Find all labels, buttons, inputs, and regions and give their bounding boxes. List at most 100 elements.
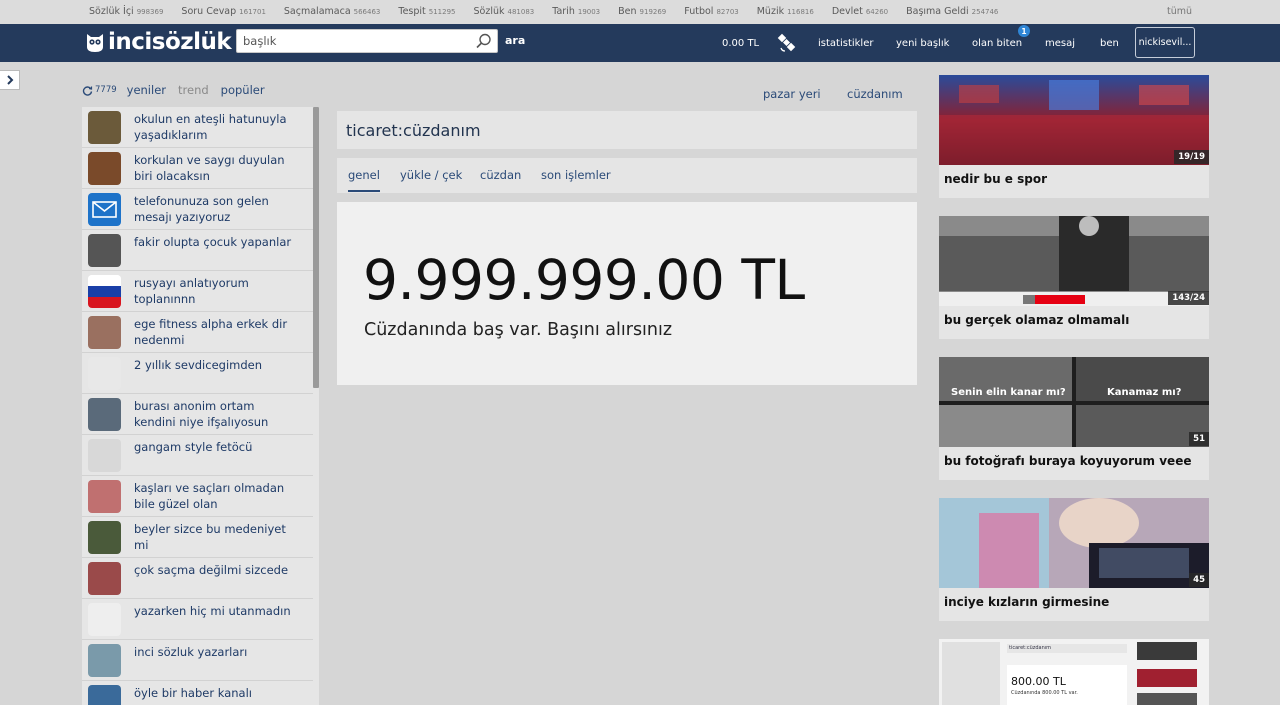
card-image [939, 498, 1209, 588]
wallet-tabs: genel yükle / çek cüzdan son işlemler [337, 158, 917, 193]
category-link[interactable]: Futbol 82703 [684, 6, 738, 17]
category-link[interactable]: Saçmalamaca 566463 [284, 6, 380, 17]
topic-item[interactable]: telefonunuza son gelen mesajı yazıyoruz [82, 189, 313, 230]
category-label: Tespit [398, 6, 426, 17]
nav-new-title[interactable]: yeni başlık [896, 24, 949, 62]
site-logo[interactable]: incisözlük [85, 29, 232, 55]
page-title: ticaret:cüzdanım [346, 121, 481, 140]
topic-item[interactable]: burası anonim ortam kendini niye ifşalıy… [82, 394, 313, 435]
nav-statistics[interactable]: istatistikler [818, 24, 873, 62]
wallet-link[interactable]: cüzdanım [847, 87, 903, 101]
topic-thumbnail [88, 398, 121, 431]
category-count: 19003 [577, 8, 601, 16]
topic-title[interactable]: rusyayı anlatıyorum toplanınnn [134, 275, 299, 311]
card-title[interactable]: inciye kızların girmesine [944, 595, 1109, 609]
topic-thumbnail [88, 193, 121, 226]
topic-thumbnail [88, 111, 121, 144]
topic-item[interactable]: gangam style fetöcü [82, 435, 313, 476]
refresh-icon [82, 85, 93, 96]
all-categories-link[interactable]: tümü [1167, 6, 1192, 17]
category-label: Müzik [756, 6, 785, 17]
gallery-card[interactable]: Senin elin kanar mı? Kanamaz mı? 51 bu f… [939, 357, 1209, 480]
topic-title[interactable]: kaşları ve saçları olmadan bile güzel ol… [134, 480, 299, 516]
category-link[interactable]: Ben 919269 [618, 6, 666, 17]
balance-link[interactable]: 0.00 TL [722, 24, 759, 62]
nick-button[interactable]: nickisevil... [1135, 27, 1195, 58]
nav-news[interactable]: olan biten [972, 24, 1022, 62]
search-input[interactable] [237, 30, 462, 52]
preview-panel: 800.00 TL Cüzdanında 800.00 TL var. [1007, 665, 1127, 705]
scrollbar-thumb[interactable] [313, 107, 319, 388]
topic-title[interactable]: öyle bir haber kanalı [134, 685, 299, 705]
card-title[interactable]: bu fotoğrafı buraya koyuyorum veee [944, 454, 1191, 468]
search-icon[interactable] [475, 32, 493, 50]
topic-title[interactable]: beyler sizce bu medeniyet mi [134, 521, 299, 557]
card-title[interactable]: nedir bu e spor [944, 172, 1047, 186]
topic-item[interactable]: 2 yıllık sevdicegimden [82, 353, 313, 394]
tab-new[interactable]: yeniler [127, 83, 166, 97]
sidebar-toggle-button[interactable] [0, 70, 20, 90]
tab-general[interactable]: genel [348, 168, 380, 192]
nav-messages[interactable]: mesaj [1045, 24, 1075, 62]
topic-item[interactable]: öyle bir haber kanalı [82, 681, 313, 705]
category-link[interactable]: Müzik 116816 [757, 6, 814, 17]
topic-item[interactable]: yazarken hiç mi utanmadın [82, 599, 313, 640]
tab-wallet[interactable]: cüzdan [480, 168, 521, 182]
gallery-card[interactable]: 19/19 nedir bu e spor [939, 75, 1209, 198]
chevron-right-icon [6, 75, 13, 85]
gallery-card-preview[interactable]: ticaret:cüzdanım 800.00 TL Cüzdanında 80… [939, 639, 1209, 705]
card-count: 143/24 [1168, 291, 1209, 305]
tab-popular[interactable]: popüler [221, 83, 265, 97]
topic-title[interactable]: fakir olupta çocuk yapanlar [134, 234, 299, 270]
category-link[interactable]: Tarih 19003 [552, 6, 600, 17]
preview-title: ticaret:cüzdanım [1009, 645, 1052, 651]
card-count: 51 [1189, 432, 1209, 446]
topic-title[interactable]: ege fitness alpha erkek dir nedenmi [134, 316, 299, 352]
topic-title[interactable]: inci sözluk yazarları [134, 644, 299, 680]
topic-item[interactable]: beyler sizce bu medeniyet mi [82, 517, 313, 558]
card-title[interactable]: bu gerçek olamaz olmamalı [944, 313, 1129, 327]
topic-item[interactable]: çok saçma değilmi sizcede [82, 558, 313, 599]
gallery-card[interactable]: 143/24 bu gerçek olamaz olmamalı [939, 216, 1209, 339]
gallery-card[interactable]: 45 inciye kızların girmesine [939, 498, 1209, 621]
category-label: Sözlük [473, 6, 505, 17]
tab-deposit-withdraw[interactable]: yükle / çek [400, 168, 462, 182]
search-button[interactable]: ara [505, 34, 525, 47]
topic-title[interactable]: okulun en ateşli hatunuyla yaşadıklarım [134, 111, 299, 147]
tab-recent-transactions[interactable]: son işlemler [541, 168, 611, 182]
topic-thumbnail [88, 603, 121, 636]
category-count: 116816 [787, 8, 814, 16]
topic-thumbnail [88, 439, 121, 472]
category-link[interactable]: Başıma Geldi 254746 [906, 6, 998, 17]
topic-title[interactable]: çok saçma değilmi sizcede [134, 562, 299, 598]
card-caption-left: Senin elin kanar mı? [951, 387, 1066, 398]
topic-item[interactable]: fakir olupta çocuk yapanlar [82, 230, 313, 271]
card-count: 45 [1189, 573, 1209, 587]
category-label: Sözlük İçi [89, 6, 134, 17]
category-link[interactable]: Soru Cevap 161701 [181, 6, 265, 17]
topic-title[interactable]: telefonunuza son gelen mesajı yazıyoruz [134, 193, 299, 229]
topic-item[interactable]: rusyayı anlatıyorum toplanınnn [82, 271, 313, 312]
topic-title[interactable]: 2 yıllık sevdicegimden [134, 357, 299, 393]
topic-item[interactable]: kaşları ve saçları olmadan bile güzel ol… [82, 476, 313, 517]
category-link[interactable]: Sözlük İçi 998369 [89, 6, 163, 17]
topic-item[interactable]: okulun en ateşli hatunuyla yaşadıklarım [82, 107, 313, 148]
category-link[interactable]: Sözlük 481083 [474, 6, 535, 17]
market-link[interactable]: pazar yeri [763, 87, 821, 101]
satellite-icon[interactable] [776, 33, 797, 54]
topic-thumbnail [88, 275, 121, 308]
card-image: Senin elin kanar mı? Kanamaz mı? [939, 357, 1209, 447]
topic-title[interactable]: burası anonim ortam kendini niye ifşalıy… [134, 398, 299, 434]
topic-title[interactable]: korkulan ve saygı duyulan biri olacaksın [134, 152, 299, 188]
nav-profile[interactable]: ben [1100, 24, 1119, 62]
tab-trend[interactable]: trend [178, 83, 209, 97]
topic-item[interactable]: korkulan ve saygı duyulan biri olacaksın [82, 148, 313, 189]
category-link[interactable]: Devlet 64260 [832, 6, 888, 17]
topic-item[interactable]: inci sözluk yazarları [82, 640, 313, 681]
topic-item[interactable]: ege fitness alpha erkek dir nedenmi [82, 312, 313, 353]
topic-title[interactable]: gangam style fetöcü [134, 439, 299, 475]
topic-title[interactable]: yazarken hiç mi utanmadın [134, 603, 299, 639]
refresh-button[interactable]: 7779 [82, 85, 117, 96]
category-link[interactable]: Tespit 511295 [398, 6, 455, 17]
card-image [939, 75, 1209, 165]
